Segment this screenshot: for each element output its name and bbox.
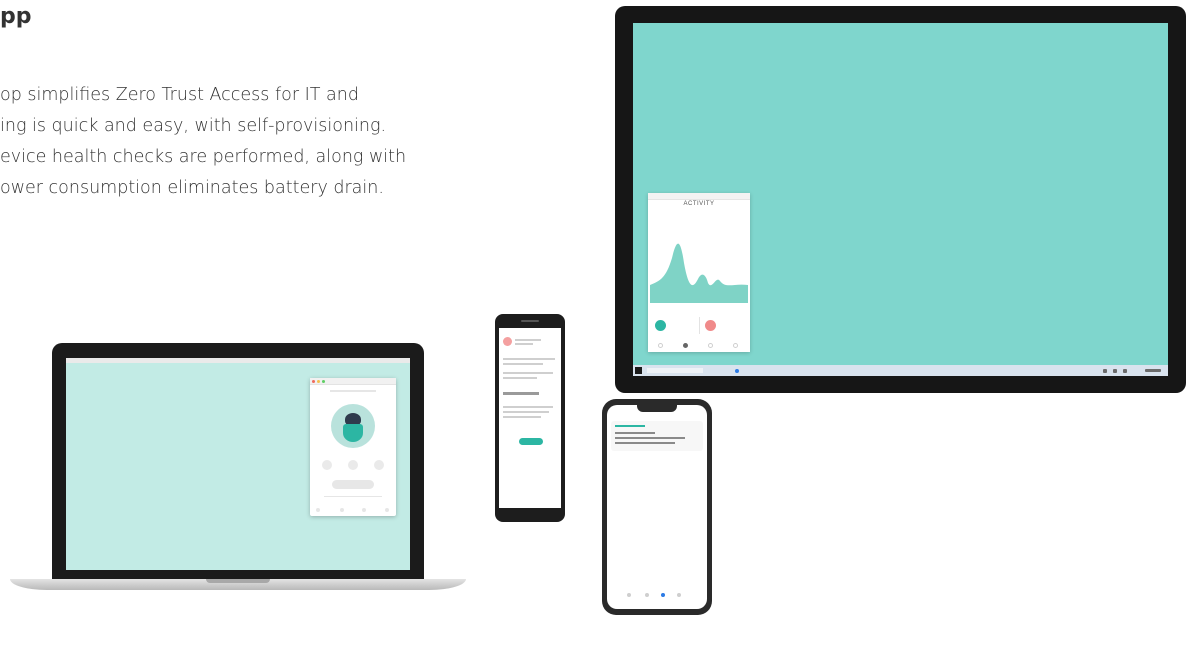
alert-body-text	[503, 411, 549, 413]
laptop-screen	[66, 358, 410, 570]
nav-icon[interactable]	[658, 343, 663, 348]
laptop-lid	[52, 343, 424, 581]
iphone-notch	[637, 405, 677, 412]
activity-app-window: ACTIVITY	[648, 193, 750, 352]
tab-icon[interactable]	[677, 593, 681, 597]
mac-app-titlebar	[310, 378, 396, 385]
clock-icon	[1145, 369, 1161, 372]
nav-icon-active[interactable]	[683, 343, 688, 348]
failure-stat-icon	[705, 320, 716, 331]
alert-body-text	[503, 372, 553, 374]
nav-icon[interactable]	[385, 508, 389, 512]
section-description: op simplifies Zero Trust Access for IT a…	[0, 85, 407, 198]
desktop-monitor-device: ACTIVITY	[615, 6, 1186, 393]
activity-area-chart	[650, 243, 748, 303]
tab-icon[interactable]	[627, 593, 631, 597]
alert-icon	[503, 337, 512, 346]
notification-app-name	[615, 425, 645, 427]
tab-icon[interactable]	[645, 593, 649, 597]
minimize-icon	[317, 379, 320, 383]
tab-icon-active[interactable]	[661, 593, 665, 597]
app-tray-icon[interactable]	[735, 369, 739, 373]
alert-body-text	[503, 363, 543, 365]
nav-icon[interactable]	[362, 508, 366, 512]
health-check-icon	[374, 460, 384, 470]
tray-icon[interactable]	[1123, 369, 1127, 373]
alert-body-text	[503, 358, 555, 360]
alert-title-text	[515, 339, 541, 341]
tray-icon[interactable]	[1113, 369, 1117, 373]
desktop-screen: ACTIVITY	[633, 23, 1168, 376]
phone-speaker	[521, 320, 539, 322]
iphone-screen	[607, 405, 707, 609]
alert-body-text	[503, 377, 537, 379]
section-title: pp	[0, 4, 32, 29]
close-icon	[312, 379, 315, 383]
action-button[interactable]	[519, 438, 543, 445]
tray-icon[interactable]	[1103, 369, 1107, 373]
stat-divider	[699, 317, 700, 334]
nav-icon[interactable]	[733, 343, 738, 348]
mac-menubar	[66, 358, 410, 363]
windows-taskbar	[633, 365, 1168, 376]
alert-heading-text	[503, 392, 539, 395]
mac-app-window	[310, 378, 396, 516]
window-titlebar	[648, 193, 750, 200]
alert-body-text	[503, 406, 553, 408]
notification-card[interactable]	[611, 421, 703, 451]
mac-app-header-text	[330, 390, 376, 392]
alert-body-text	[503, 416, 541, 418]
iphone-device	[602, 399, 712, 615]
windows-start-icon[interactable]	[635, 367, 642, 374]
success-stat-icon	[655, 320, 666, 331]
laptop-device	[10, 343, 466, 598]
taskbar-search[interactable]	[647, 368, 703, 373]
notification-body	[615, 442, 675, 444]
android-phone-device	[495, 314, 565, 522]
health-check-icon	[348, 460, 358, 470]
nav-icon[interactable]	[340, 508, 344, 512]
notification-title	[615, 432, 655, 434]
android-screen	[499, 328, 561, 508]
nav-icon[interactable]	[316, 508, 320, 512]
activity-title: ACTIVITY	[683, 201, 715, 207]
shield-check-icon	[343, 424, 363, 442]
maximize-icon	[322, 379, 325, 383]
nav-icon[interactable]	[708, 343, 713, 348]
health-check-icon	[322, 460, 332, 470]
last-checked-text	[324, 496, 382, 497]
ninja-avatar-icon	[331, 404, 375, 448]
alert-subtitle-text	[515, 343, 533, 345]
notification-body	[615, 437, 685, 439]
check-now-button[interactable]	[332, 480, 374, 489]
laptop-notch	[206, 579, 270, 583]
